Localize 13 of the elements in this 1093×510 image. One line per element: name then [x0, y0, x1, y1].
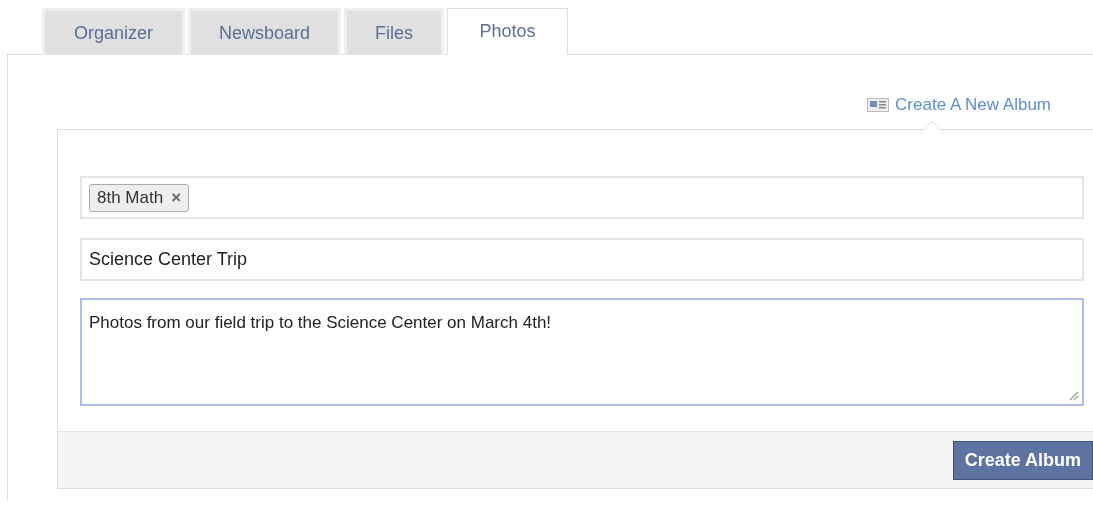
tag-label: 8th Math	[97, 186, 164, 209]
remove-tag-button[interactable]: ×	[171, 184, 182, 211]
tab[interactable]: Photos	[447, 8, 568, 55]
tab[interactable]: Newsboard	[188, 8, 341, 55]
create-album-button[interactable]: Create Album	[952, 440, 1093, 480]
create-album-link[interactable]: Create A New Album	[867, 93, 1051, 117]
tag-field[interactable]: 8th Math ×	[80, 176, 1084, 219]
tab[interactable]: Files	[344, 8, 444, 55]
resize-handle-icon	[1069, 391, 1079, 401]
album-icon	[867, 98, 890, 112]
tab[interactable]: Organizer	[42, 8, 185, 55]
title-field[interactable]: Science Center Trip	[80, 238, 1084, 281]
description-field[interactable]: Photos from our field trip to the Science Center on March 4th!	[80, 298, 1084, 406]
